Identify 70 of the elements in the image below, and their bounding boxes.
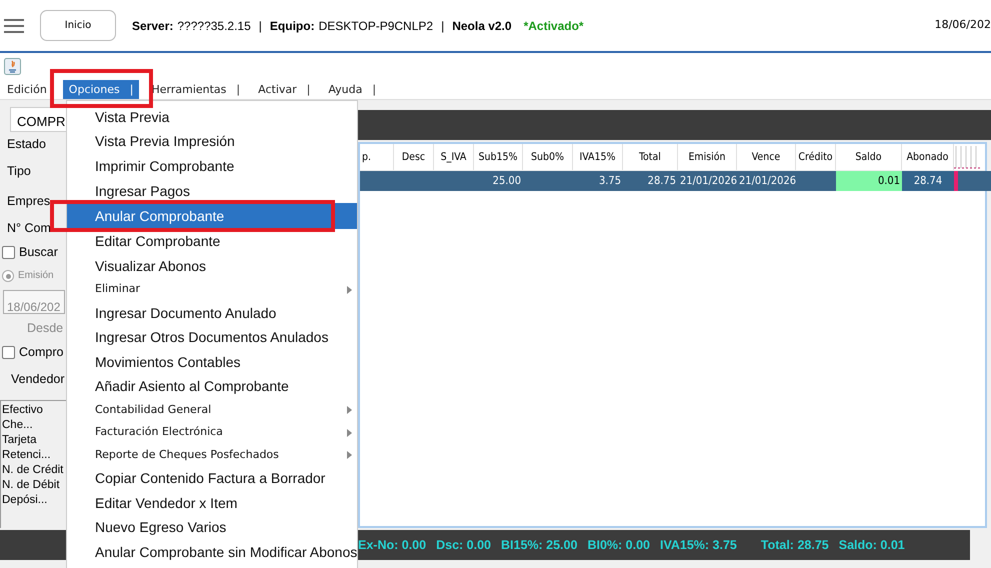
menu-icon[interactable] <box>4 18 24 34</box>
total-text: Ex-No: 0.00 <box>358 536 426 554</box>
menu-item[interactable]: Edición <box>1 80 53 98</box>
column-header[interactable]: Sub15% <box>474 144 523 170</box>
table-row[interactable]: 25.00 3.75 28.75 21/01/2026 21/01/2026 0.01 28.74 <box>360 171 991 191</box>
table-cell: 28.74 <box>902 171 954 191</box>
total-text: BI0%: 0.00 <box>587 536 650 554</box>
radio-label: Emisión <box>18 269 54 283</box>
table-cell-text: 21/01/2026 <box>679 173 737 189</box>
menu-item[interactable]: Activar | <box>252 80 316 98</box>
field-label: Tipo <box>7 163 31 180</box>
payment-label: N. de Débit <box>1 478 61 493</box>
menu-item[interactable]: Opciones | <box>62 80 140 98</box>
row-marker <box>954 171 958 191</box>
document-type-select[interactable]: COMPR <box>10 107 66 132</box>
total-text: BI15%: 25.00 <box>501 536 578 554</box>
menu-item[interactable]: Anular Comprobante <box>67 203 357 230</box>
column-header[interactable]: Total <box>623 144 678 170</box>
payment-label: Depósi... <box>1 493 48 508</box>
column-header[interactable]: Sub0% <box>523 144 573 170</box>
total-text: Dsc: 0.00 <box>436 536 491 554</box>
column-header[interactable]: Abonado <box>902 144 954 170</box>
checkbox[interactable] <box>2 246 15 258</box>
column-dividers <box>954 144 982 170</box>
field-label: N° Com <box>7 220 51 237</box>
column-header[interactable]: Vence <box>737 144 796 170</box>
total-text: IVA15%: 3.75 <box>660 536 737 554</box>
info-text: Neola v2.0 <box>452 18 512 34</box>
field-caption: Desde <box>27 320 64 337</box>
info-text: ?????35.2.15 <box>177 18 251 34</box>
checkbox-label: Compro <box>19 344 64 361</box>
separator-text: | <box>441 18 444 34</box>
column-header[interactable]: Crédito <box>796 144 836 170</box>
info-text: Server: <box>132 18 174 34</box>
table-cell-text: 21/01/2026 <box>738 173 796 189</box>
column-header[interactable]: S_IVA <box>434 144 474 170</box>
column-header[interactable]: p. <box>360 144 394 170</box>
column-header[interactable]: Saldo <box>836 144 902 170</box>
submenu-arrow-icon <box>347 406 352 414</box>
home-button[interactable]: Inicio <box>40 10 116 41</box>
column-header[interactable]: Emisión <box>678 144 737 170</box>
table-cell-text: 3.75 <box>598 173 622 189</box>
submenu-arrow-icon <box>347 286 352 294</box>
payment-label: N. de Crédit <box>1 463 64 478</box>
table-cell: 0.01 <box>836 171 902 191</box>
info-text: Equipo: <box>270 18 315 34</box>
info-text: DESKTOP-P9CNLP2 <box>318 18 434 34</box>
app-icon[interactable] <box>4 58 21 74</box>
status-text: *Activado* <box>524 18 584 34</box>
total-text: Saldo: 0.01 <box>838 536 905 554</box>
payment-label: Tarjeta <box>1 433 38 448</box>
payment-label: Efectivo <box>1 403 44 418</box>
checkbox[interactable] <box>2 346 15 358</box>
menu-item[interactable]: Ayuda | <box>322 80 382 98</box>
date-text: 18/06/202 <box>934 17 991 34</box>
table-cell-text: 28.75 <box>646 173 677 189</box>
table-cell-text: 25.00 <box>492 173 522 189</box>
field-label: Vendedor <box>11 371 65 388</box>
menu-item[interactable]: Herramientas | <box>145 80 246 98</box>
submenu-arrow-icon <box>347 428 352 437</box>
column-header[interactable]: Desc <box>394 144 434 170</box>
payment-label: Retenci... <box>1 448 52 463</box>
separator-text: | <box>258 18 262 34</box>
payment-label: Che... <box>1 418 34 433</box>
total-text: Total: 28.75 <box>760 536 829 554</box>
submenu-arrow-icon <box>347 450 352 459</box>
checkbox-label: Buscar <box>19 244 58 261</box>
field-label: Estado <box>7 136 46 153</box>
column-header[interactable]: IVA15% <box>573 144 623 170</box>
field-label: Empres <box>7 193 50 210</box>
